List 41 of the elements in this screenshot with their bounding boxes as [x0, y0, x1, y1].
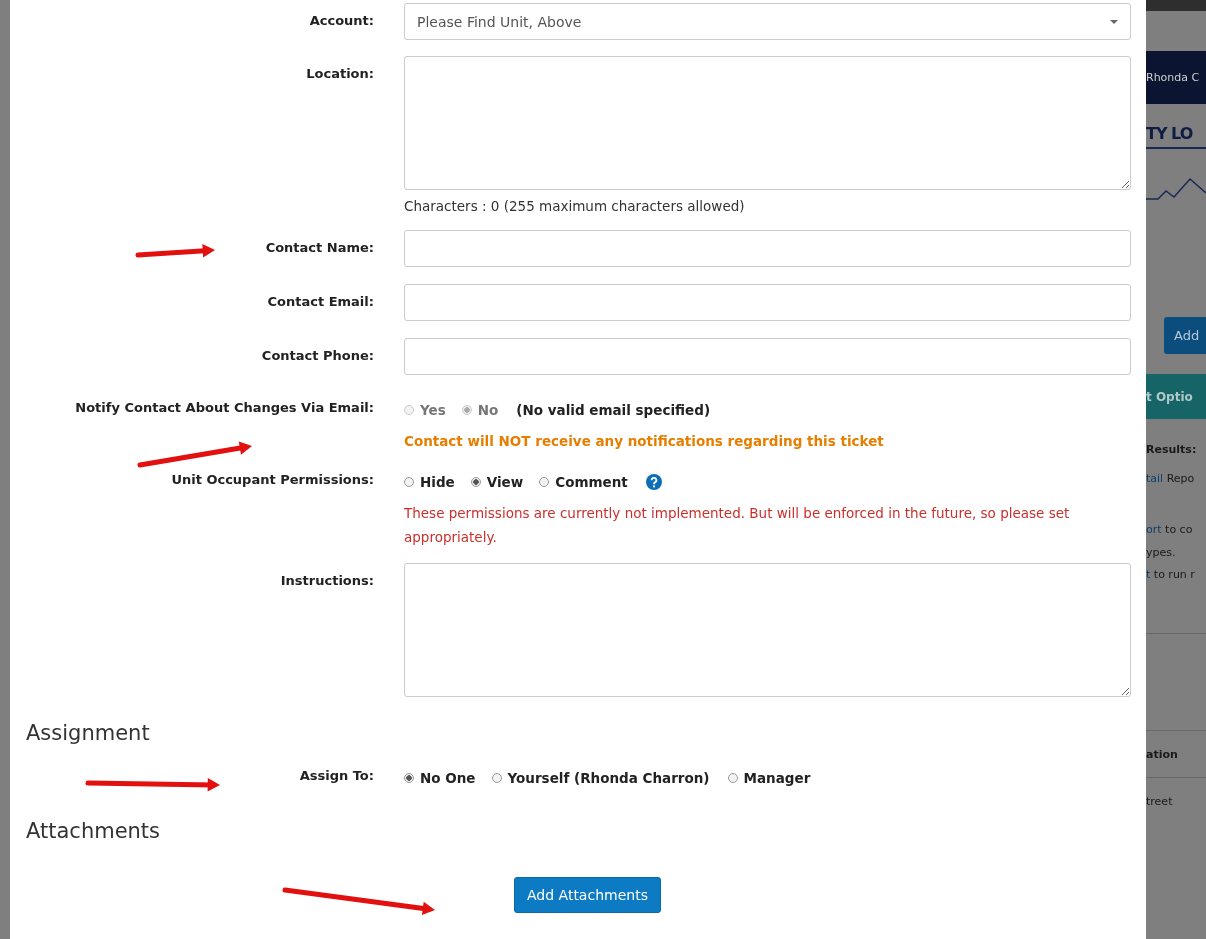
field-label: Contact Name: — [265, 240, 374, 255]
text-field[interactable] — [404, 230, 1131, 267]
account-select[interactable]: Please Find Unit, Above — [404, 3, 1131, 40]
background-text: ypes. — [1146, 546, 1176, 559]
field-label: Assign To: — [299, 768, 374, 783]
field-label: Location: — [306, 66, 374, 81]
text-field[interactable] — [404, 338, 1131, 375]
field-label: Unit Occupant Permissions: — [171, 472, 374, 487]
caret-icon — [1110, 19, 1118, 24]
radio-option[interactable]: Yourself (Rhonda Charron) — [491, 770, 710, 786]
text-area[interactable] — [404, 56, 1131, 190]
table-cell-text: treet — [1146, 795, 1174, 808]
background-text: to co — [1164, 523, 1193, 536]
nav-user-name: Rhonda C — [1146, 51, 1206, 104]
radio-option[interactable]: Comment — [539, 474, 628, 490]
help-icon[interactable] — [645, 474, 662, 490]
radio-option[interactable]: Hide — [404, 474, 455, 490]
banner-title: t Optio — [1146, 374, 1206, 419]
field-label: Notify Contact About Changes Via Email: — [75, 400, 374, 415]
text-area[interactable] — [404, 563, 1131, 697]
radio-option[interactable]: No One — [404, 770, 476, 786]
message-text: Contact will NOT receive any notifications regarding this ticket — [404, 432, 885, 451]
background-text: Repo — [1165, 472, 1195, 485]
field-label: Contact Email: — [267, 294, 374, 309]
background-text: to run r — [1152, 568, 1195, 581]
message-text: These permissions are currently not implemented. But will be enforced in the future, so please set appropriately. — [404, 504, 1071, 547]
background-text: Results: — [1146, 443, 1198, 456]
note-text: (No valid email specified) — [516, 402, 711, 418]
radio-option[interactable]: Manager — [727, 770, 811, 786]
top-bar — [1146, 0, 1206, 11]
field-label: Instructions: — [280, 573, 374, 588]
table-header: ation — [1146, 748, 1179, 761]
text-field[interactable] — [404, 284, 1131, 321]
character-count: Characters : 0 (255 maximum characters allowed) — [404, 198, 746, 214]
section-heading: Assignment — [26, 721, 151, 745]
radio-option[interactable]: View — [470, 474, 524, 490]
logo-text: TY LO — [1146, 104, 1206, 149]
field-label: Account: — [309, 13, 374, 28]
section-heading: Attachments — [26, 819, 162, 843]
add-attachments-button[interactable]: Add Attachments — [514, 877, 661, 913]
field-label: Contact Phone: — [261, 348, 374, 363]
